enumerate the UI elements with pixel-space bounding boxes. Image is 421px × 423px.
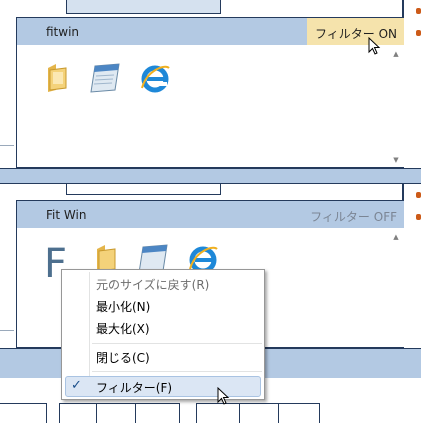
internet-explorer-icon[interactable]: [139, 62, 171, 94]
menu-item-minimize[interactable]: 最小化(N): [96, 298, 150, 315]
menu-item-filter[interactable]: ✓ フィルター(F): [65, 376, 261, 397]
divider-band: [0, 168, 421, 184]
vertical-scrollbar[interactable]: ▲ ▼: [389, 48, 403, 166]
menu-separator: [92, 343, 262, 344]
menu-item-label: フィルター(F): [96, 381, 173, 395]
left-frame-tick-2: [0, 330, 14, 331]
right-edge-mark-3: [416, 192, 421, 198]
window-context-menu: 元のサイズに戻す(R) 最小化(N) 最大化(X) 閉じる(C) ✓ フィルター…: [61, 269, 265, 400]
filter-toggle[interactable]: フィルター ON: [307, 18, 404, 45]
bottom-cell: [59, 403, 97, 423]
check-icon: ✓: [71, 378, 82, 393]
fit-win-titlebar[interactable]: Fit Win フィルター OFF: [17, 201, 404, 228]
menu-item-maximize[interactable]: 最大化(X): [96, 320, 150, 337]
fitwin-window: fitwin フィルター ON ▲ ▼: [16, 17, 404, 168]
menu-item-restore: 元のサイズに戻す(R): [96, 278, 210, 292]
right-edge-mark-1: [416, 8, 421, 14]
right-edge-mark-2: [416, 30, 421, 36]
folder-icon[interactable]: [44, 62, 72, 94]
filter-status-label[interactable]: フィルター OFF: [310, 208, 397, 225]
scroll-up-arrow[interactable]: ▲: [390, 233, 402, 241]
vertical-scrollbar[interactable]: ▲: [389, 231, 403, 347]
fitwin-titlebar[interactable]: fitwin フィルター ON: [17, 18, 404, 45]
mouse-cursor-icon: [217, 387, 230, 405]
scroll-down-arrow[interactable]: ▼: [390, 156, 402, 164]
menu-item-close[interactable]: 閉じる(C): [96, 349, 150, 366]
scroll-up-arrow[interactable]: ▲: [390, 50, 402, 58]
window-title: fitwin: [46, 25, 80, 39]
bottom-cell: [96, 403, 136, 423]
right-edge-mark-4: [416, 214, 421, 220]
notepad-icon[interactable]: [89, 62, 123, 94]
left-frame-tick-1: [0, 145, 14, 146]
filter-status-label: フィルター ON: [315, 27, 397, 41]
menu-separator: [92, 371, 262, 372]
bottom-cell: [278, 403, 320, 423]
bottom-cell: [239, 403, 279, 423]
window-title: Fit Win: [46, 208, 87, 222]
mouse-cursor-icon: [368, 37, 381, 55]
middle-tile: [66, 184, 221, 195]
top-tile: [66, 0, 221, 14]
bottom-cell: [0, 403, 47, 423]
bottom-cell: [135, 403, 180, 423]
